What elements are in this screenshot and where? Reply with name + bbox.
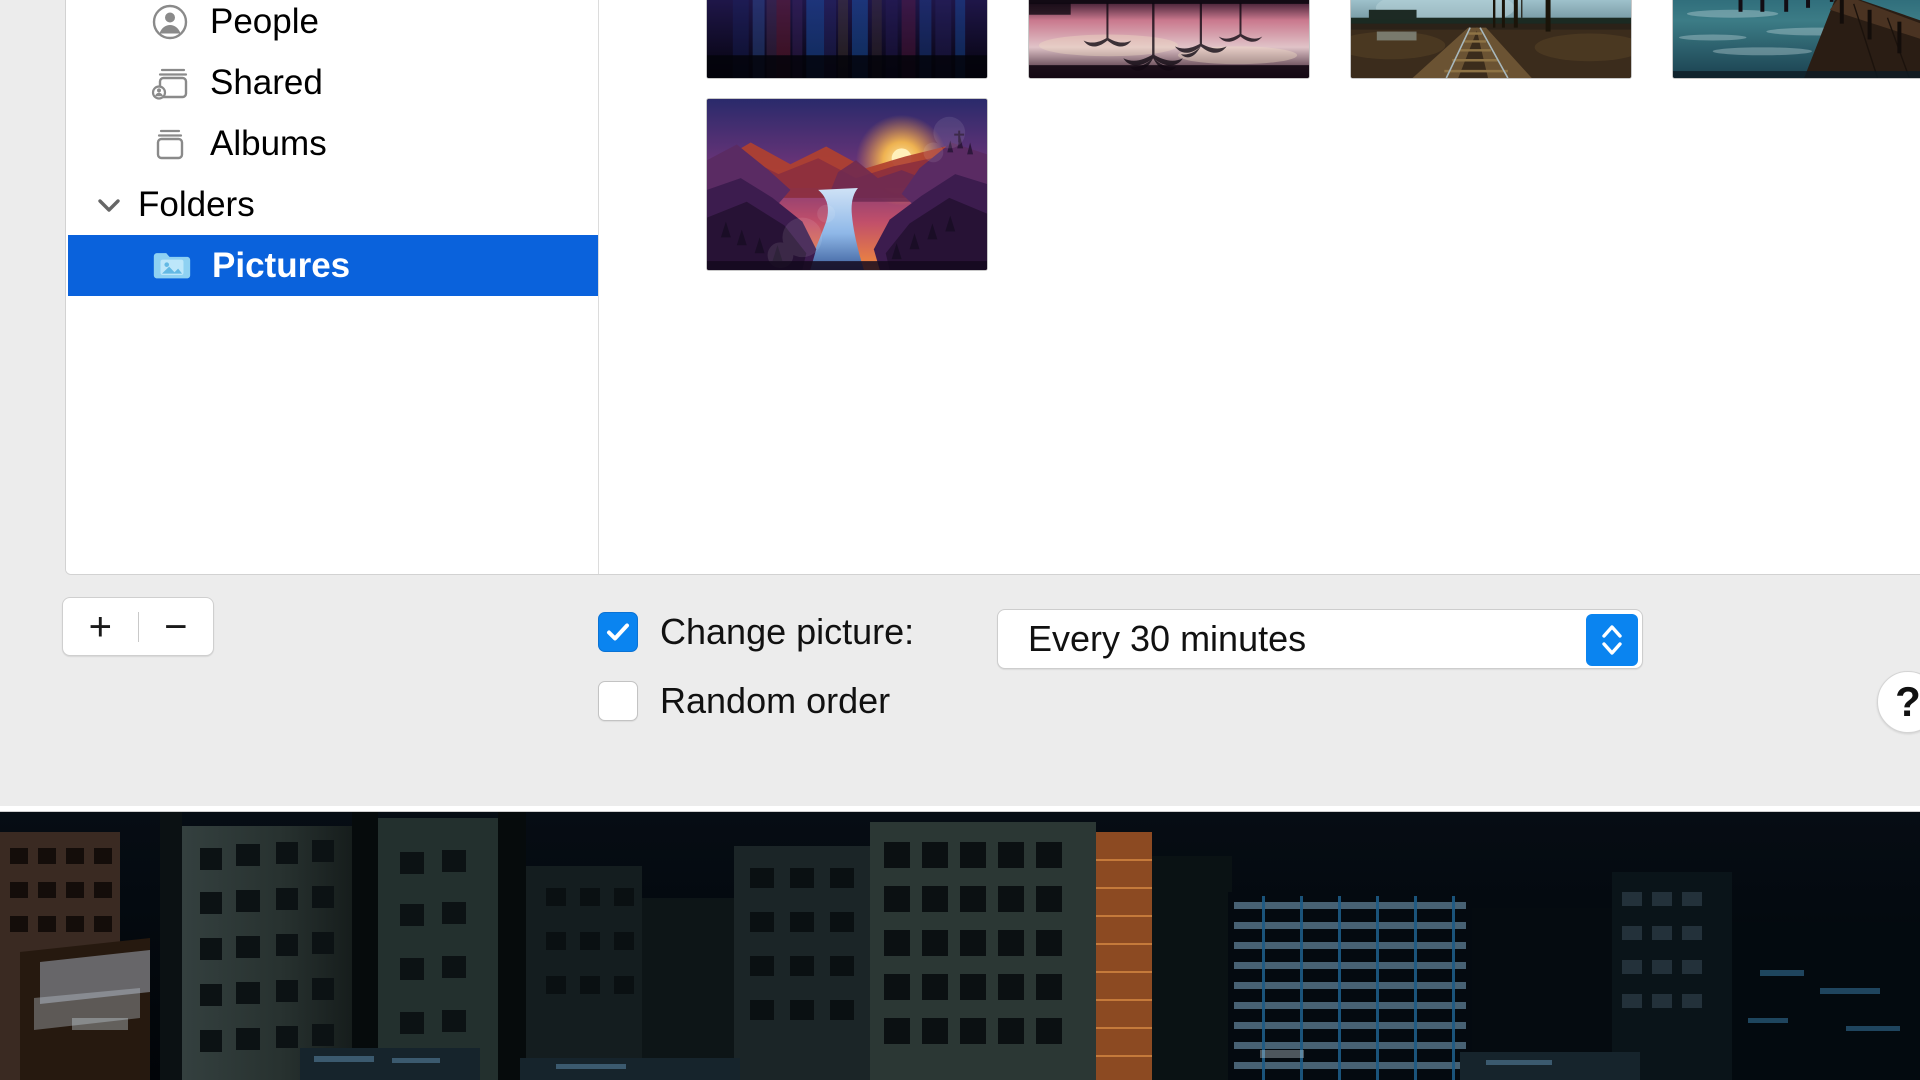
thumbnail-abstract-blue-streaks[interactable] bbox=[706, 0, 988, 79]
change-picture-checkbox[interactable] bbox=[598, 612, 638, 652]
change-picture-checkbox-row[interactable]: Change picture: bbox=[598, 611, 914, 653]
screen: Favorites People bbox=[0, 0, 1920, 1080]
sidebar-item-label: Albums bbox=[210, 124, 327, 164]
sidebar-list: Favorites People bbox=[66, 0, 598, 296]
album-stack-icon bbox=[148, 122, 192, 166]
shared-album-icon bbox=[148, 61, 192, 105]
change-picture-interval-popup[interactable]: Every 30 minutes bbox=[997, 609, 1643, 669]
city-skyline-image bbox=[0, 812, 1920, 1080]
thumbnail-mountain-river-sunset[interactable] bbox=[706, 98, 988, 271]
add-folder-button[interactable]: + bbox=[63, 598, 138, 655]
checkmark-icon bbox=[603, 617, 633, 647]
sidebar-item-people[interactable]: People bbox=[66, 0, 598, 52]
sidebar-item-label: Shared bbox=[210, 63, 323, 103]
desktop-preferences-window: Favorites People bbox=[0, 0, 1920, 812]
sidebar-item-shared[interactable]: Shared bbox=[66, 52, 598, 113]
pictures-folder-icon bbox=[150, 244, 194, 288]
source-sidebar: Favorites People bbox=[66, 0, 599, 574]
random-order-checkbox[interactable] bbox=[598, 681, 638, 721]
popup-stepper-arrows[interactable] bbox=[1586, 614, 1638, 666]
thumbnail-image bbox=[1029, 0, 1309, 78]
thumbnail-image bbox=[1351, 0, 1631, 78]
wallpaper-thumbnail-grid bbox=[600, 0, 1920, 574]
chevron-up-down-icon bbox=[1595, 619, 1629, 661]
remove-folder-button[interactable]: − bbox=[139, 598, 214, 655]
sidebar-item-label: People bbox=[210, 2, 319, 42]
sidebar-group-folders[interactable]: Folders bbox=[66, 174, 598, 235]
thumbnail-image bbox=[707, 0, 987, 78]
help-button[interactable]: ? bbox=[1877, 671, 1920, 733]
sidebar-group-label: Folders bbox=[138, 185, 255, 225]
desktop-wallpaper bbox=[0, 812, 1920, 1080]
thumbnail-palm-trees-sunset[interactable] bbox=[1028, 0, 1310, 79]
sidebar-item-pictures[interactable]: Pictures bbox=[68, 235, 598, 296]
random-order-checkbox-row[interactable]: Random order bbox=[598, 680, 890, 722]
change-picture-interval-value: Every 30 minutes bbox=[1028, 618, 1306, 660]
chevron-down-icon[interactable] bbox=[86, 182, 132, 228]
thumbnail-image bbox=[1673, 0, 1920, 78]
change-picture-label: Change picture: bbox=[660, 611, 914, 653]
thumbnail-image bbox=[707, 99, 987, 270]
thumbnail-overwater-bungalow-pier[interactable] bbox=[1672, 0, 1920, 79]
content-area: Favorites People bbox=[65, 0, 1920, 575]
random-order-label: Random order bbox=[660, 680, 890, 722]
person-circle-icon bbox=[148, 0, 192, 44]
thumbnail-storm-railroad[interactable] bbox=[1350, 0, 1632, 79]
sidebar-item-albums[interactable]: Albums bbox=[66, 113, 598, 174]
add-remove-folder-control[interactable]: + − bbox=[62, 597, 214, 656]
sidebar-item-label: Pictures bbox=[212, 246, 350, 286]
